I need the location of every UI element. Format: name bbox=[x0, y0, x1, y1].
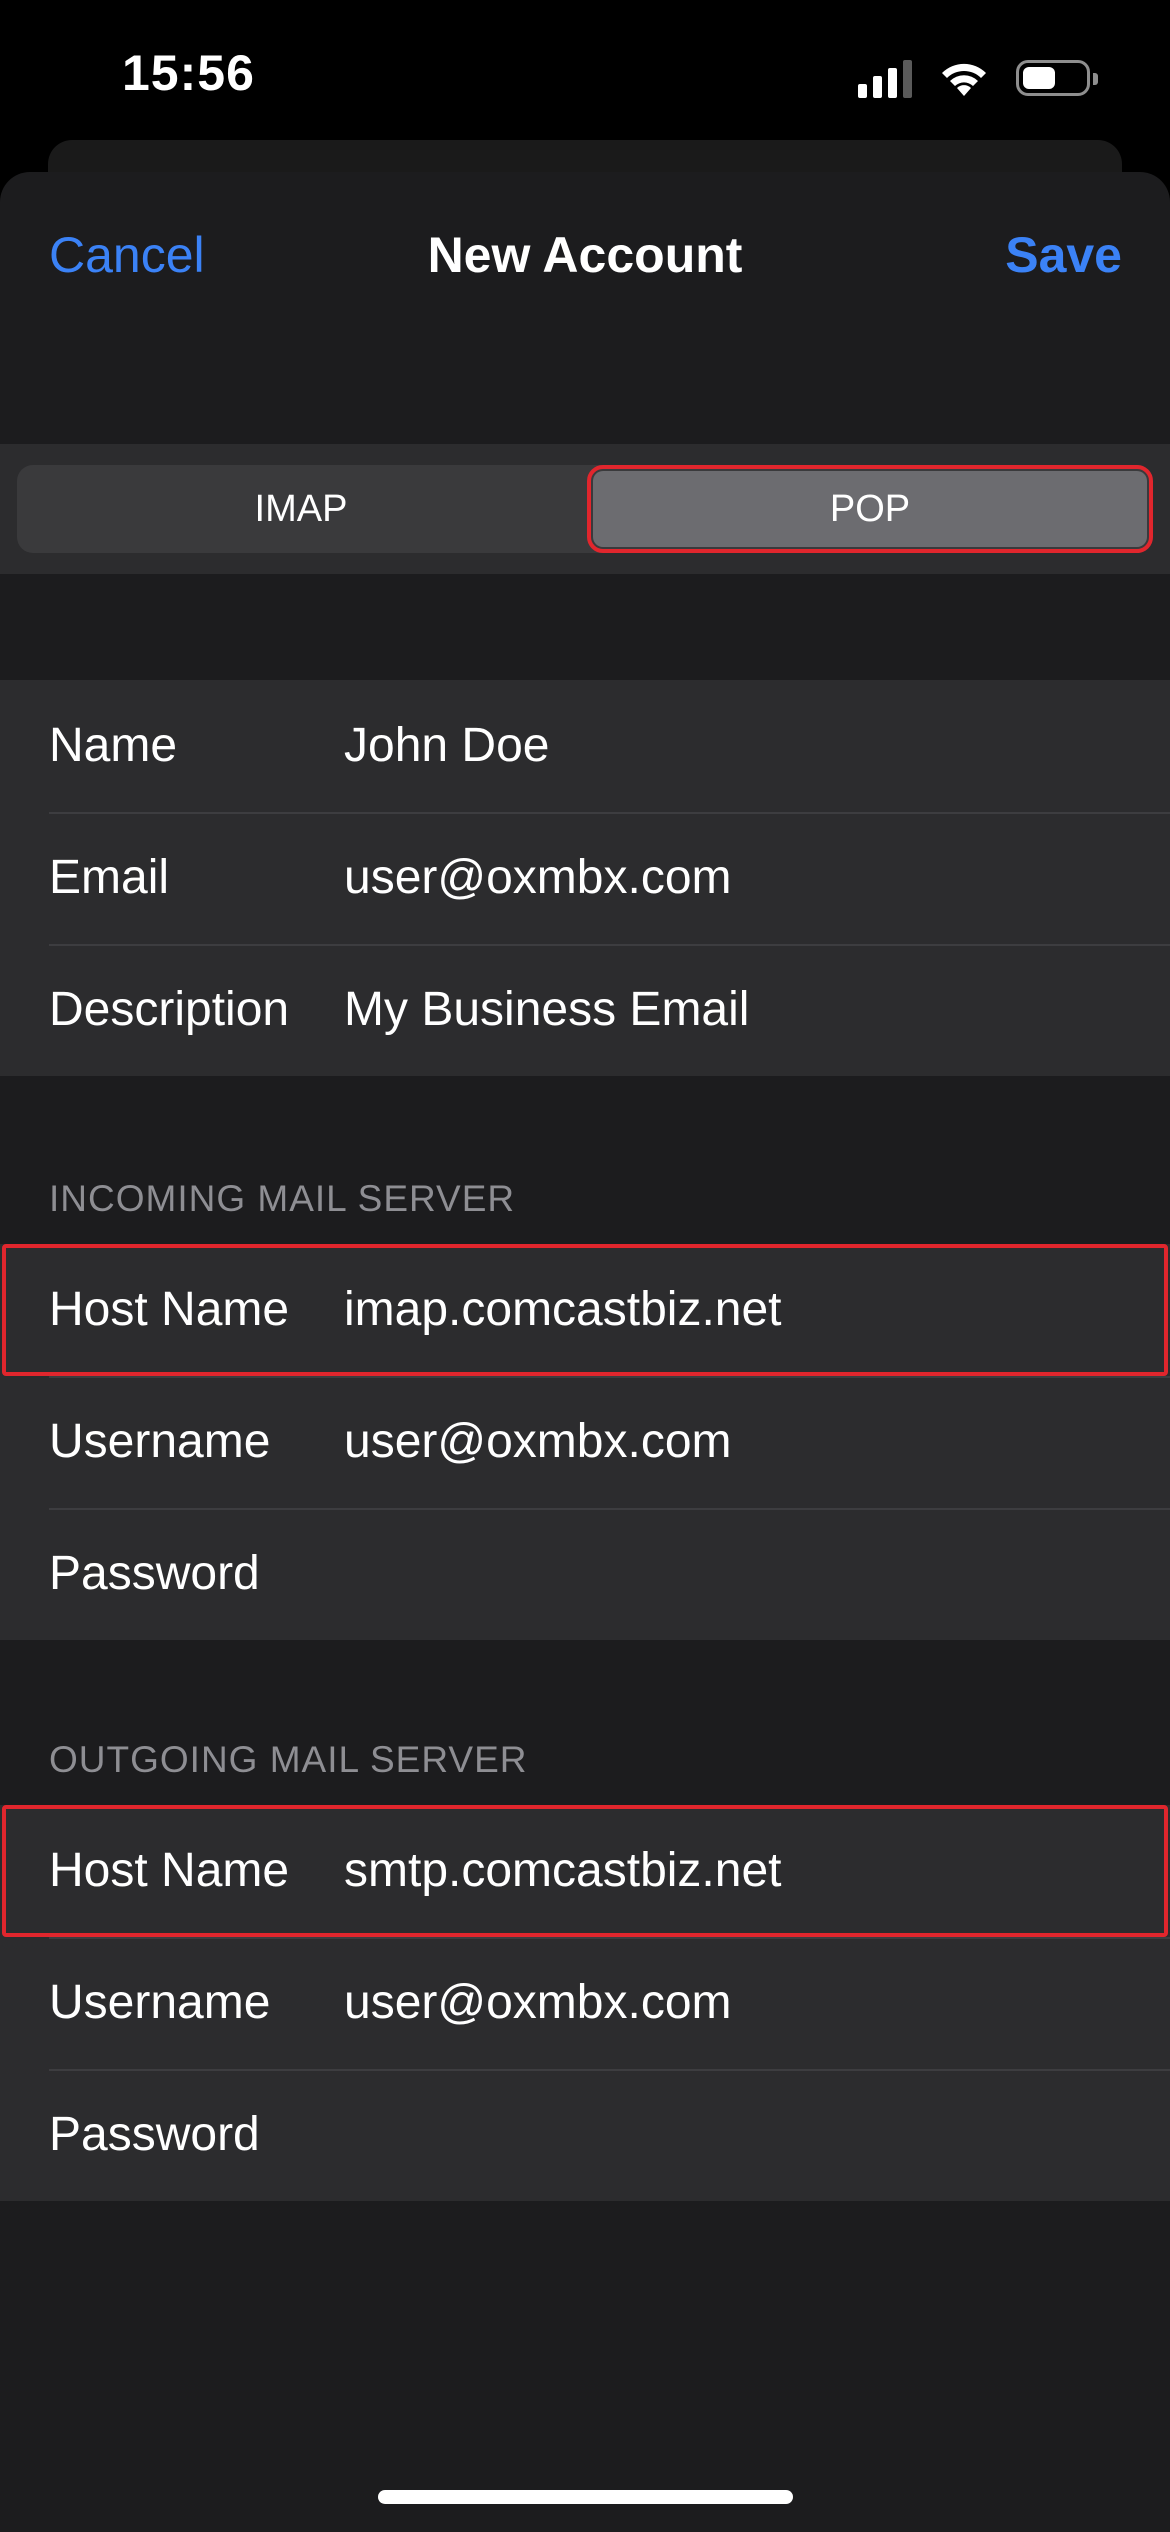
status-time: 15:56 bbox=[122, 45, 255, 101]
incoming-password-field[interactable] bbox=[344, 1508, 1130, 1640]
account-type-segmented-control: IMAP POP bbox=[17, 465, 1153, 553]
incoming-username-field[interactable]: user@oxmbx.com bbox=[344, 1376, 1130, 1508]
outgoing-username-field[interactable]: user@oxmbx.com bbox=[344, 1937, 1130, 2069]
incoming-username-label: Username bbox=[49, 1415, 271, 1468]
account-type-band: IMAP POP bbox=[0, 444, 1170, 574]
segment-pop[interactable]: POP bbox=[587, 465, 1153, 553]
outgoing-host-field[interactable]: smtp.comcastbiz.net bbox=[344, 1805, 1130, 1937]
description-field[interactable]: My Business Email bbox=[344, 944, 1130, 1076]
outgoing-password-label: Password bbox=[49, 2108, 260, 2161]
new-account-sheet: Cancel New Account Save IMAP POP Name Jo… bbox=[0, 172, 1170, 2532]
outgoing-username-label: Username bbox=[49, 1976, 271, 2029]
account-info-group: Name John Doe Email user@oxmbx.com Descr… bbox=[0, 680, 1170, 1076]
outgoing-server-header: OUTGOING MAIL SERVER bbox=[49, 1739, 528, 1780]
incoming-host-row: Host Name imap.comcastbiz.net bbox=[0, 1244, 1170, 1376]
status-bar: 15:56 bbox=[0, 0, 1170, 150]
outgoing-username-row: Username user@oxmbx.com bbox=[0, 1937, 1170, 2069]
description-label: Description bbox=[49, 983, 290, 1036]
email-row: Email user@oxmbx.com bbox=[0, 812, 1170, 944]
name-label: Name bbox=[49, 719, 178, 772]
outgoing-password-row: Password bbox=[0, 2069, 1170, 2201]
name-field[interactable]: John Doe bbox=[344, 680, 1130, 812]
outgoing-host-row: Host Name smtp.comcastbiz.net bbox=[0, 1805, 1170, 1937]
save-button[interactable]: Save bbox=[1005, 226, 1122, 284]
name-row: Name John Doe bbox=[0, 680, 1170, 812]
email-label: Email bbox=[49, 851, 170, 904]
incoming-host-label: Host Name bbox=[49, 1283, 290, 1336]
navigation-bar: Cancel New Account Save bbox=[0, 172, 1170, 342]
wifi-icon bbox=[942, 63, 986, 96]
incoming-server-header: INCOMING MAIL SERVER bbox=[49, 1178, 516, 1219]
status-icons bbox=[858, 54, 1098, 102]
outgoing-server-group: Host Name smtp.comcastbiz.net Username u… bbox=[0, 1805, 1170, 2201]
segment-imap[interactable]: IMAP bbox=[17, 465, 585, 553]
cellular-signal-icon bbox=[858, 58, 912, 98]
outgoing-host-label: Host Name bbox=[49, 1844, 290, 1897]
page-title: New Account bbox=[427, 227, 743, 283]
incoming-server-group: Host Name imap.comcastbiz.net Username u… bbox=[0, 1244, 1170, 1640]
outgoing-password-field[interactable] bbox=[344, 2069, 1130, 2201]
incoming-host-field[interactable]: imap.comcastbiz.net bbox=[344, 1244, 1130, 1376]
email-field[interactable]: user@oxmbx.com bbox=[344, 812, 1130, 944]
incoming-username-row: Username user@oxmbx.com bbox=[0, 1376, 1170, 1508]
incoming-password-label: Password bbox=[49, 1547, 260, 1600]
incoming-password-row: Password bbox=[0, 1508, 1170, 1640]
home-indicator[interactable] bbox=[378, 2490, 793, 2504]
description-row: Description My Business Email bbox=[0, 944, 1170, 1076]
battery-icon bbox=[1016, 60, 1098, 96]
